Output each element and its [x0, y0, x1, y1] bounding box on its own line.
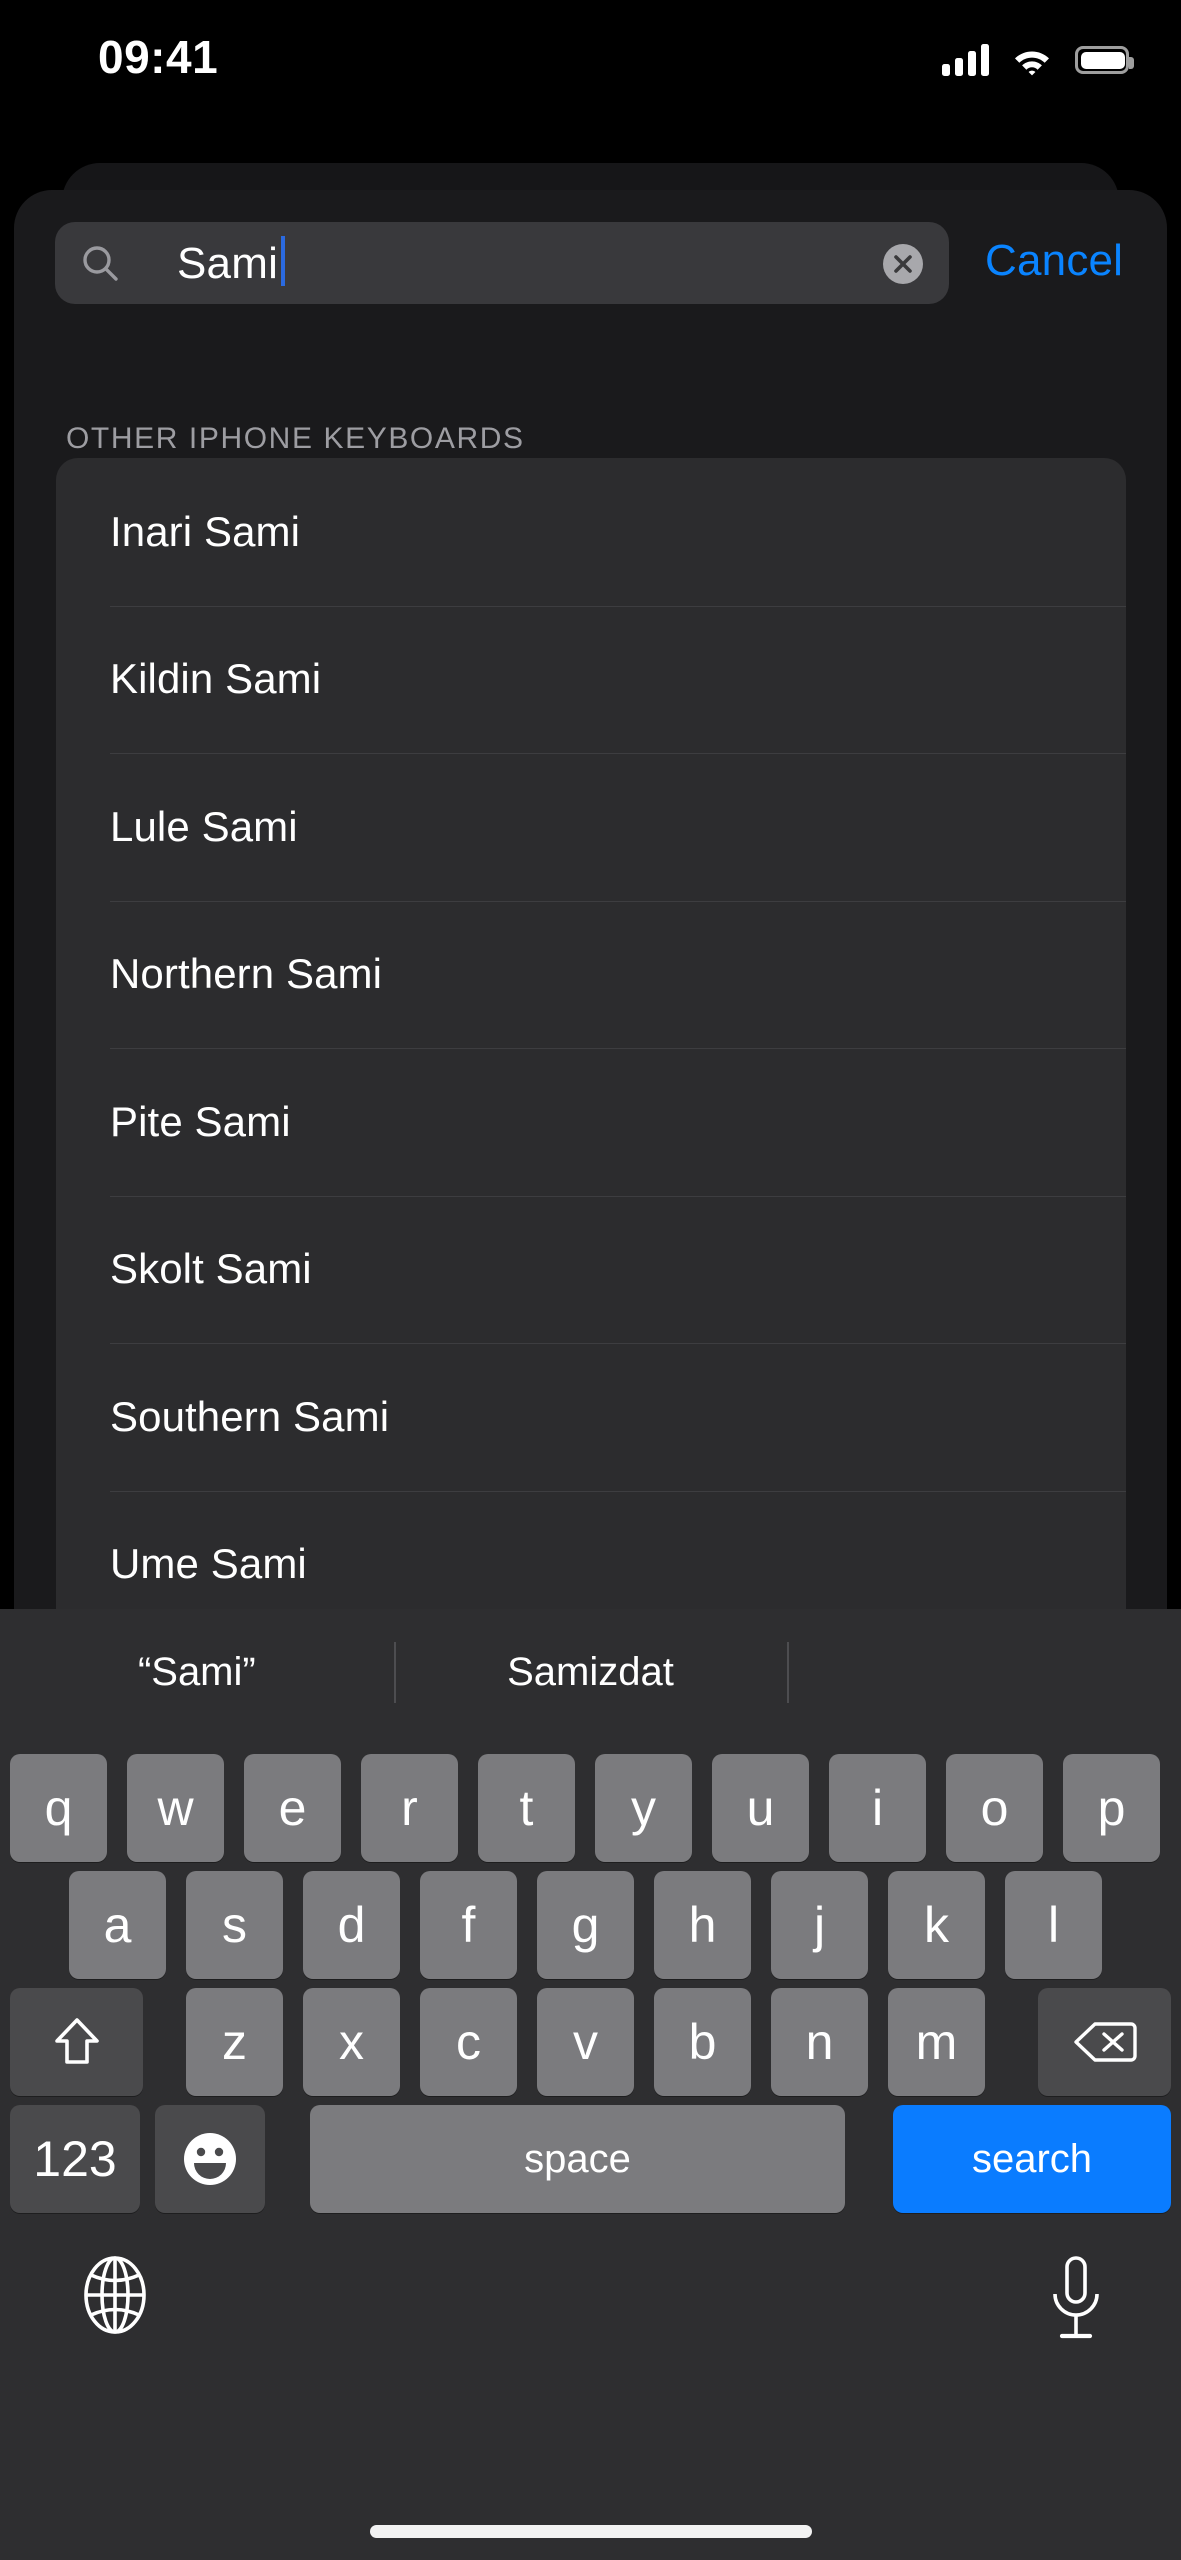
list-item-label: Lule Sami: [110, 802, 298, 850]
suggestion-item[interactable]: Samizdat: [393, 1609, 788, 1736]
key-c[interactable]: c: [420, 1988, 517, 2096]
emoji-smiley-icon[interactable]: [155, 2105, 265, 2213]
key-a[interactable]: a: [69, 1871, 166, 1979]
key-r[interactable]: r: [361, 1754, 458, 1862]
microphone-icon[interactable]: [1045, 2254, 1107, 2346]
status-bar-indicators: [942, 44, 1134, 76]
keyboard-list: Inari Sami Kildin Sami Lule Sami Norther…: [56, 458, 1126, 1609]
keyboard-row-4: 123 space search: [0, 2105, 1181, 2213]
space-key[interactable]: space: [310, 2105, 845, 2213]
wifi-icon: [1011, 44, 1053, 76]
list-item-label: Ume Sami: [110, 1540, 307, 1588]
search-bar-row: Sami Cancel: [14, 222, 1167, 304]
suggestion-item[interactable]: “Sami”: [0, 1609, 394, 1736]
key-l[interactable]: l: [1005, 1871, 1102, 1979]
key-s[interactable]: s: [186, 1871, 283, 1979]
status-bar-time: 09:41: [98, 31, 219, 83]
section-header: OTHER IPHONE KEYBOARDS: [66, 422, 525, 455]
list-item[interactable]: Inari Sami: [56, 458, 1126, 606]
list-item[interactable]: Skolt Sami: [56, 1195, 1126, 1344]
key-y[interactable]: y: [595, 1754, 692, 1862]
clear-circle-icon[interactable]: [883, 244, 923, 284]
search-input-value: Sami: [177, 236, 286, 291]
key-x[interactable]: x: [303, 1988, 400, 2096]
keyboard-row-3: z x c v b n m: [0, 1988, 1181, 2096]
list-item-label: Pite Sami: [110, 1097, 291, 1145]
cancel-button[interactable]: Cancel: [985, 236, 1123, 286]
keyboard-search-sheet: Sami Cancel OTHER IPHONE KEYBOARDS Inari…: [14, 190, 1167, 1609]
key-h[interactable]: h: [654, 1871, 751, 1979]
list-item-label: Inari Sami: [110, 507, 301, 555]
shift-arrow-icon[interactable]: [10, 1988, 143, 2096]
list-item[interactable]: Lule Sami: [56, 753, 1126, 901]
keyboard-row-1: q w e r t y u i o p: [0, 1754, 1181, 1862]
list-item-label: Southern Sami: [110, 1392, 390, 1440]
globe-icon[interactable]: [74, 2254, 156, 2336]
home-indicator-bar: [369, 2525, 812, 2538]
numbers-key[interactable]: 123: [10, 2105, 140, 2213]
key-f[interactable]: f: [420, 1871, 517, 1979]
key-k[interactable]: k: [888, 1871, 985, 1979]
key-d[interactable]: d: [303, 1871, 400, 1979]
key-q[interactable]: q: [10, 1754, 107, 1862]
keyboard-utility-row: [0, 2234, 1181, 2414]
list-item[interactable]: Ume Sami: [56, 1490, 1126, 1610]
search-input[interactable]: Sami: [55, 222, 949, 304]
key-j[interactable]: j: [771, 1871, 868, 1979]
key-t[interactable]: t: [478, 1754, 575, 1862]
list-item[interactable]: Kildin Sami: [56, 605, 1126, 754]
key-p[interactable]: p: [1063, 1754, 1160, 1862]
status-bar: 09:41: [0, 0, 1181, 155]
software-keyboard: “Sami” Samizdat q w e r t y u i o p a s …: [0, 1609, 1181, 2560]
suggestion-item[interactable]: [787, 1609, 1181, 1736]
predictive-suggestion-bar: “Sami” Samizdat: [0, 1609, 1181, 1736]
key-w[interactable]: w: [127, 1754, 224, 1862]
key-i[interactable]: i: [829, 1754, 926, 1862]
list-item[interactable]: Pite Sami: [56, 1048, 1126, 1196]
text-caret: [281, 236, 286, 286]
list-item[interactable]: Northern Sami: [56, 900, 1126, 1049]
key-e[interactable]: e: [244, 1754, 341, 1862]
key-v[interactable]: v: [537, 1988, 634, 2096]
key-o[interactable]: o: [946, 1754, 1043, 1862]
key-n[interactable]: n: [771, 1988, 868, 2096]
battery-full-icon: [1075, 46, 1134, 74]
backspace-delete-icon[interactable]: [1038, 1988, 1171, 2096]
list-item-label: Northern Sami: [110, 950, 383, 998]
key-z[interactable]: z: [186, 1988, 283, 2096]
list-item-label: Kildin Sami: [110, 655, 322, 703]
key-m[interactable]: m: [888, 1988, 985, 2096]
key-u[interactable]: u: [712, 1754, 809, 1862]
list-item[interactable]: Southern Sami: [56, 1343, 1126, 1491]
search-return-key[interactable]: search: [893, 2105, 1171, 2213]
keyboard-row-2: a s d f g h j k l: [0, 1871, 1181, 1979]
key-g[interactable]: g: [537, 1871, 634, 1979]
cellular-signal-icon: [942, 44, 989, 76]
search-text: Sami: [177, 239, 279, 288]
list-item-label: Skolt Sami: [110, 1245, 312, 1293]
key-b[interactable]: b: [654, 1988, 751, 2096]
